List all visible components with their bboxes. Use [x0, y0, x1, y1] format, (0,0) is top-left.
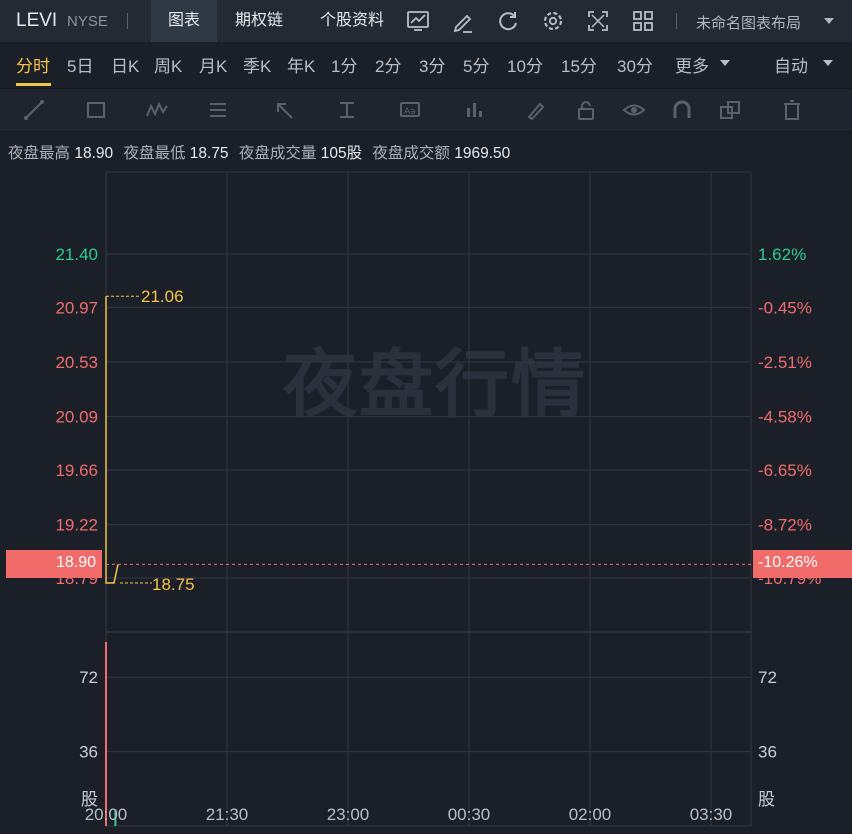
top-toolbar: LEVI NYSE 图表 期权链 个股资料 未命名图表布局 — [0, 0, 852, 42]
time-tick-label: 00:30 — [448, 805, 491, 824]
pencil-icon[interactable] — [450, 8, 476, 34]
price-tick-label: 21.40 — [55, 245, 98, 264]
price-chart[interactable]: 20:00 21:30 23:00 00:30 02:00 03:3021.40 1.62%… — [0, 170, 852, 834]
active-period-indicator — [16, 83, 51, 86]
period-day-k[interactable]: 日K — [111, 52, 139, 77]
volume-value: 105股 — [320, 145, 363, 162]
chart-grid — [105, 171, 752, 827]
divider — [127, 13, 128, 29]
pct-tick-label: -4.58% — [758, 408, 812, 427]
price-series-line — [105, 296, 119, 584]
time-tick-label: 21:30 — [206, 805, 249, 824]
grid-layout-icon[interactable] — [630, 8, 656, 34]
chevron-down-icon[interactable] — [720, 60, 730, 66]
drawing-toolbar: Aa — [0, 88, 852, 132]
price-tick-label: 20.97 — [55, 298, 98, 317]
arrow-icon[interactable] — [272, 98, 296, 122]
time-tick-label: 23:00 — [327, 805, 370, 824]
pct-tick-label: -6.65% — [758, 461, 812, 480]
price-range-icon[interactable] — [462, 98, 486, 122]
measure-icon[interactable] — [335, 98, 359, 122]
low-label: 夜盘最低 — [123, 145, 186, 162]
tab-option-chain[interactable]: 期权链 — [221, 0, 297, 42]
period-week-k[interactable]: 周K — [154, 52, 182, 77]
volume-bars — [105, 642, 117, 826]
tab-chart[interactable]: 图表 — [151, 0, 217, 42]
chevron-down-icon[interactable] — [824, 18, 834, 24]
volume-tick-label: 72 — [758, 668, 777, 687]
max-price-label: 21.06 — [141, 287, 184, 306]
period-15min[interactable]: 15分 — [561, 52, 597, 77]
adjust-mode-selector[interactable]: 自动 — [774, 52, 808, 77]
brush-icon[interactable] — [524, 98, 548, 122]
rectangle-icon[interactable] — [84, 98, 108, 122]
layout-selector[interactable]: 未命名图表布局 — [696, 12, 801, 33]
period-year-k[interactable]: 年K — [287, 52, 315, 77]
period-more[interactable]: 更多 — [675, 52, 709, 77]
period-5day[interactable]: 5日 — [67, 52, 93, 77]
trend-line-icon[interactable] — [22, 98, 46, 122]
indicator-chart-icon[interactable] — [405, 8, 431, 34]
magnet-icon[interactable] — [670, 98, 694, 122]
pct-tick-label: -8.72% — [758, 516, 812, 535]
pct-tick-label: -2.51% — [758, 353, 812, 372]
pct-tick-label: 1.62% — [758, 245, 806, 264]
trash-icon[interactable] — [780, 98, 804, 122]
low-value: 18.75 — [189, 145, 229, 162]
price-tick-label: 19.22 — [55, 516, 98, 535]
time-tick-label: 02:00 — [569, 805, 612, 824]
eye-icon[interactable] — [622, 98, 646, 122]
gear-icon[interactable] — [540, 8, 566, 34]
high-label: 夜盘最高 — [8, 145, 71, 162]
time-tick-label: 03:30 — [690, 805, 733, 824]
period-month-k[interactable]: 月K — [199, 52, 227, 77]
current-change-pct: -10.26% — [758, 554, 818, 571]
refresh-icon[interactable] — [495, 8, 521, 34]
price-tick-label: 20.53 — [55, 353, 98, 372]
period-10min[interactable]: 10分 — [507, 52, 543, 77]
period-quarter-k[interactable]: 季K — [243, 52, 271, 77]
volume-tick-label: 36 — [79, 743, 98, 762]
wave-pattern-icon[interactable] — [145, 98, 169, 122]
chevron-down-icon[interactable] — [823, 60, 833, 66]
period-5min[interactable]: 5分 — [463, 52, 489, 77]
period-3min[interactable]: 3分 — [419, 52, 445, 77]
chart-frame — [105, 171, 752, 827]
svg-text:Aa: Aa — [404, 107, 416, 117]
exchange-name: NYSE — [67, 13, 108, 30]
period-30min[interactable]: 30分 — [617, 52, 653, 77]
fibonacci-icon[interactable] — [206, 98, 230, 122]
text-annotation-icon[interactable]: Aa — [398, 98, 422, 122]
volume-tick-label: 72 — [79, 668, 98, 687]
price-tick-label: 19.66 — [55, 461, 98, 480]
symbol-name: LEVI — [16, 10, 58, 31]
tab-stock-profile[interactable]: 个股资料 — [307, 0, 397, 42]
volume-tick-label: 36 — [758, 743, 777, 762]
divider — [676, 13, 677, 29]
volume-unit-label: 股 — [758, 790, 775, 809]
high-value: 18.90 — [74, 145, 114, 162]
fullscreen-icon[interactable] — [585, 8, 611, 34]
volume-unit-label: 股 — [81, 790, 98, 809]
volume-label: 夜盘成交量 — [238, 145, 317, 162]
volume-bar — [105, 642, 107, 826]
amount-value: 1969.50 — [454, 145, 511, 162]
period-timeshare[interactable]: 分时 — [16, 52, 50, 77]
amount-label: 夜盘成交额 — [372, 145, 450, 162]
night-session-summary: 夜盘最高 18.90 夜盘最低 18.75 夜盘成交量 105股 夜盘成交额 1… — [8, 141, 516, 163]
period-2min[interactable]: 2分 — [375, 52, 401, 77]
min-price-label: 18.75 — [152, 575, 195, 594]
current-price: 18.90 — [55, 554, 96, 571]
price-tick-label: 20.09 — [55, 408, 98, 427]
lock-icon[interactable] — [574, 98, 598, 122]
price-line-group — [105, 295, 751, 584]
axis-labels: 20:00 21:30 23:00 00:30 02:00 03:3021.40 1.62%… — [55, 245, 821, 824]
pct-tick-label: -0.45% — [758, 298, 812, 317]
period-1min[interactable]: 1分 — [331, 52, 357, 77]
layers-icon[interactable] — [718, 98, 742, 122]
